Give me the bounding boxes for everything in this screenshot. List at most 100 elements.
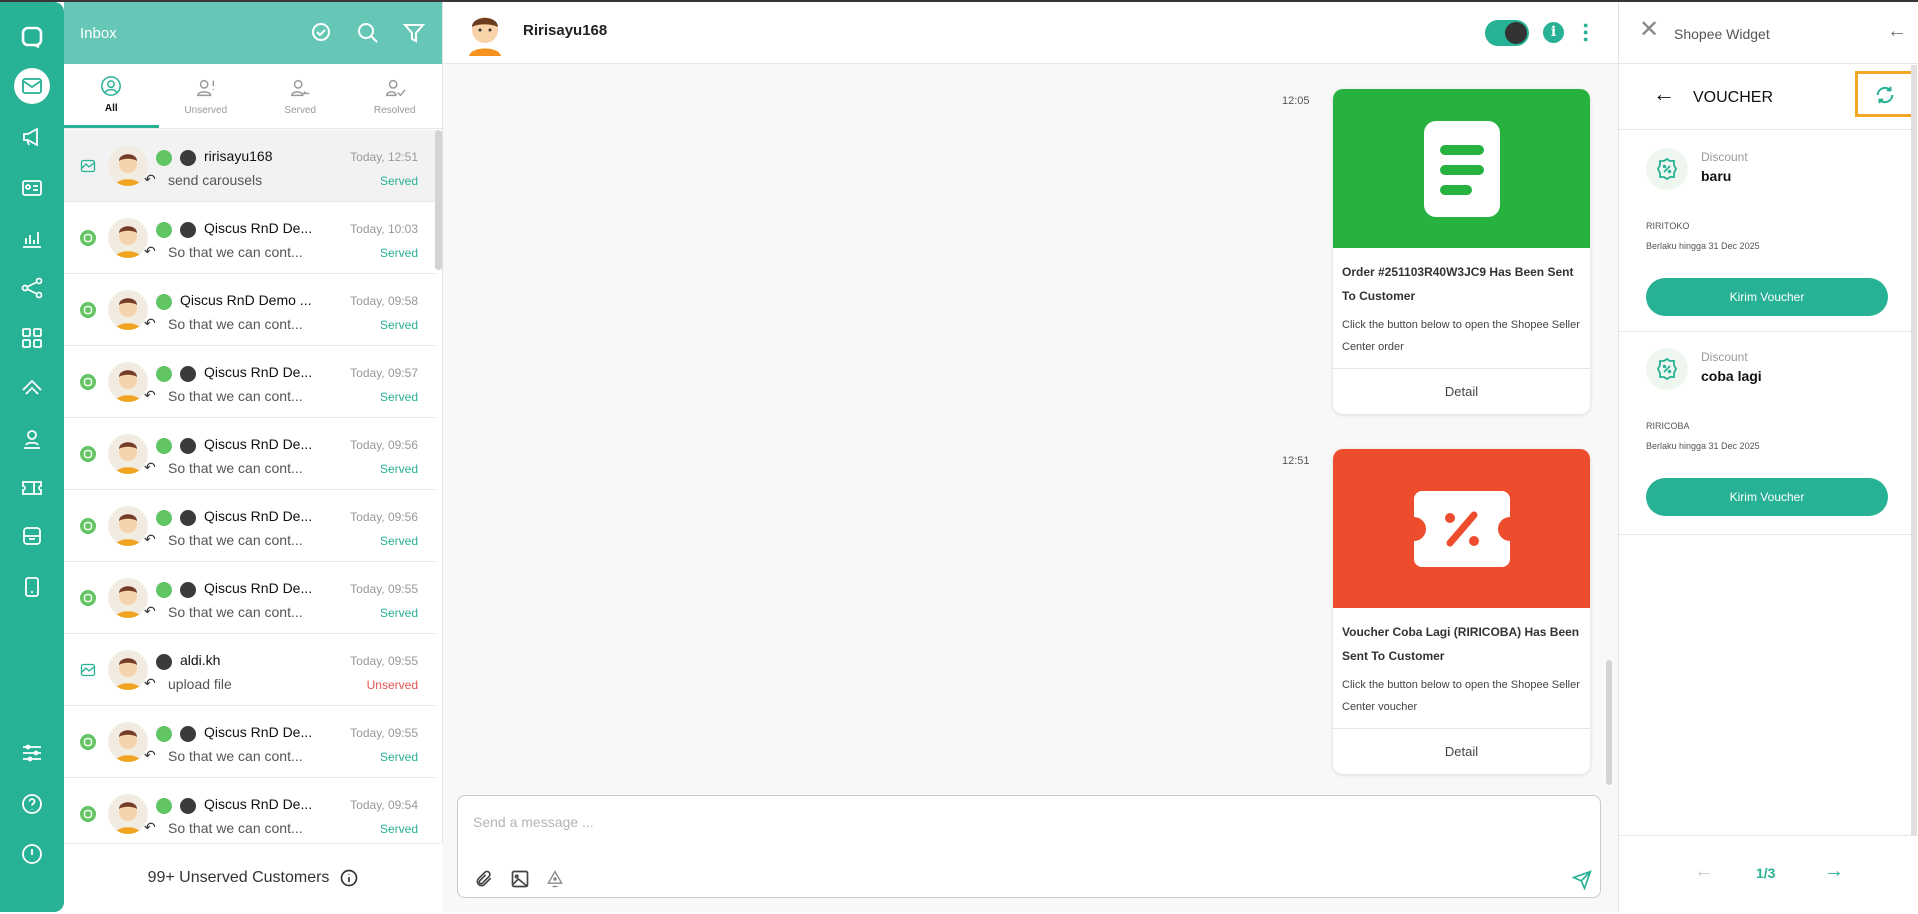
user-circle-icon <box>101 76 122 96</box>
verified-badge-icon <box>156 150 172 166</box>
archive-icon[interactable] <box>14 518 50 554</box>
contacts-icon[interactable] <box>14 170 50 206</box>
avatar <box>108 434 148 474</box>
qiscus-logo-icon[interactable] <box>14 19 50 55</box>
send-voucher-button[interactable]: Kirim Voucher <box>1646 278 1888 316</box>
back-arrow-icon[interactable]: ← <box>1653 81 1675 107</box>
contact-avatar[interactable] <box>465 10 505 56</box>
tab-all[interactable]: All <box>64 64 159 128</box>
inbox-panel: Inbox All Unserved Served Resolved riris… <box>64 2 443 912</box>
automation-icon[interactable] <box>14 370 50 406</box>
unserved-count-label: 99+ Unserved Customers <box>147 869 330 886</box>
inbox-tabs: All Unserved Served Resolved <box>64 64 442 129</box>
detail-button[interactable]: Detail <box>1333 728 1590 774</box>
more-options-icon[interactable]: ● ● ● <box>1583 21 1588 44</box>
send-icon[interactable] <box>1572 870 1592 890</box>
ticket-icon[interactable] <box>14 470 50 506</box>
last-message: So that we can cont... <box>168 748 303 764</box>
reply-icon: ↶ <box>144 387 156 403</box>
conversation-row[interactable]: Qiscus RnD De... ↶ So that we can cont... T… <box>64 490 436 562</box>
shopee-widget-panel: ✕ Shopee Widget ← ← VOUCHER ← 1/3 → Disc… <box>1618 2 1918 912</box>
status-badge: Served <box>379 534 418 548</box>
send-voucher-button[interactable]: Kirim Voucher <box>1646 478 1888 516</box>
refresh-button[interactable] <box>1855 71 1914 117</box>
info-icon[interactable]: i <box>1543 22 1564 43</box>
reply-icon: ↶ <box>144 675 156 691</box>
refresh-icon <box>1876 86 1894 104</box>
reply-icon: ↶ <box>144 531 156 547</box>
tab-unserved[interactable]: Unserved <box>159 64 254 128</box>
conversation-name: Qiscus RnD De... <box>204 724 313 740</box>
conversation-row[interactable]: Qiscus RnD De... ↶ So that we can cont... T… <box>64 778 436 844</box>
status-badge: Served <box>379 606 418 620</box>
integration-icon[interactable] <box>14 270 50 306</box>
shopee-badge-icon <box>180 150 196 166</box>
shopee-badge-icon <box>180 510 196 526</box>
last-message: send carousels <box>168 172 263 188</box>
message-input[interactable]: Send a message ... <box>473 814 594 830</box>
attachment-icon[interactable] <box>474 869 494 889</box>
chat-scrollbar[interactable] <box>1606 660 1612 785</box>
widget-scrollbar[interactable] <box>1911 65 1917 835</box>
inbox-icon[interactable] <box>14 68 50 104</box>
last-message: So that we can cont... <box>168 460 303 476</box>
collapse-arrow-icon[interactable]: ← <box>1887 20 1907 43</box>
conversation-time: Today, 09:57 <box>350 366 418 380</box>
power-icon[interactable] <box>14 836 50 872</box>
close-icon[interactable]: ✕ <box>1639 18 1659 42</box>
conversation-list-scrollbar[interactable] <box>435 130 442 270</box>
conversation-row[interactable]: Qiscus RnD Demo ... ↶ So that we can cont.… <box>64 274 436 346</box>
tab-resolved[interactable]: Resolved <box>348 64 443 128</box>
next-page-icon[interactable]: → <box>1824 860 1844 883</box>
whatsapp-check-icon[interactable] <box>310 21 334 45</box>
conversation-row[interactable]: Qiscus RnD De... ↶ So that we can cont... T… <box>64 202 436 274</box>
verified-badge-icon <box>156 438 172 454</box>
analytics-icon[interactable] <box>14 220 50 256</box>
pagination-label: 1/3 <box>1756 865 1776 881</box>
shopee-channel-icon <box>80 663 96 677</box>
detail-button[interactable]: Detail <box>1333 368 1590 414</box>
tab-served[interactable]: Served <box>253 64 348 128</box>
image-icon[interactable] <box>510 869 530 889</box>
conversation-time: Today, 09:55 <box>350 582 418 596</box>
conversation-name: ririsayu168 <box>204 148 273 164</box>
shopee-channel-icon <box>80 159 96 173</box>
shopee-badge-icon <box>180 798 196 814</box>
voucher-validity: Berlaku hingga 31 Dec 2025 <box>1646 241 1760 251</box>
verified-badge-icon <box>156 510 172 526</box>
prev-page-icon[interactable]: ← <box>1694 860 1714 883</box>
conversation-name: Qiscus RnD De... <box>204 796 313 812</box>
search-icon[interactable] <box>356 21 380 45</box>
conversation-time: Today, 12:51 <box>350 150 418 164</box>
conversation-time: Today, 09:55 <box>350 654 418 668</box>
conversation-row[interactable]: Qiscus RnD De... ↶ So that we can cont... T… <box>64 706 436 778</box>
inbox-title: Inbox <box>80 24 117 42</box>
status-badge: Unserved <box>366 678 418 692</box>
reply-icon: ↶ <box>144 603 156 619</box>
help-icon[interactable] <box>14 786 50 822</box>
canned-response-icon[interactable] <box>545 869 565 889</box>
shopee-badge-icon <box>156 654 172 670</box>
bot-toggle[interactable] <box>1485 20 1529 46</box>
last-message: upload file <box>168 676 232 692</box>
avatar <box>108 362 148 402</box>
broadcast-icon[interactable] <box>14 119 50 155</box>
conversation-row[interactable]: Qiscus RnD De... ↶ So that we can cont... T… <box>64 562 436 634</box>
settings-icon[interactable] <box>14 735 50 771</box>
app-sidebar <box>0 2 64 912</box>
voucher-type: Discount <box>1701 350 1748 364</box>
conversation-row[interactable]: aldi.kh ↶ upload file Today, 09:55 Unserved <box>64 634 436 706</box>
mobile-icon[interactable] <box>14 569 50 605</box>
apps-icon[interactable] <box>14 320 50 356</box>
unserved-customers-footer[interactable]: 99+ Unserved Customers <box>64 843 443 912</box>
status-badge: Served <box>379 174 418 188</box>
filter-icon[interactable] <box>402 21 426 45</box>
conversation-row[interactable]: ririsayu168 ↶ send carousels Today, 12:51 Se… <box>64 130 436 202</box>
conversation-row[interactable]: Qiscus RnD De... ↶ So that we can cont... T… <box>64 346 436 418</box>
conversation-row[interactable]: Qiscus RnD De... ↶ So that we can cont... T… <box>64 418 436 490</box>
card-description: Click the button below to open the Shope… <box>1342 319 1580 353</box>
reply-icon: ↶ <box>144 243 156 259</box>
last-message: So that we can cont... <box>168 388 303 404</box>
agent-icon[interactable] <box>14 421 50 457</box>
info-icon[interactable] <box>339 868 359 888</box>
